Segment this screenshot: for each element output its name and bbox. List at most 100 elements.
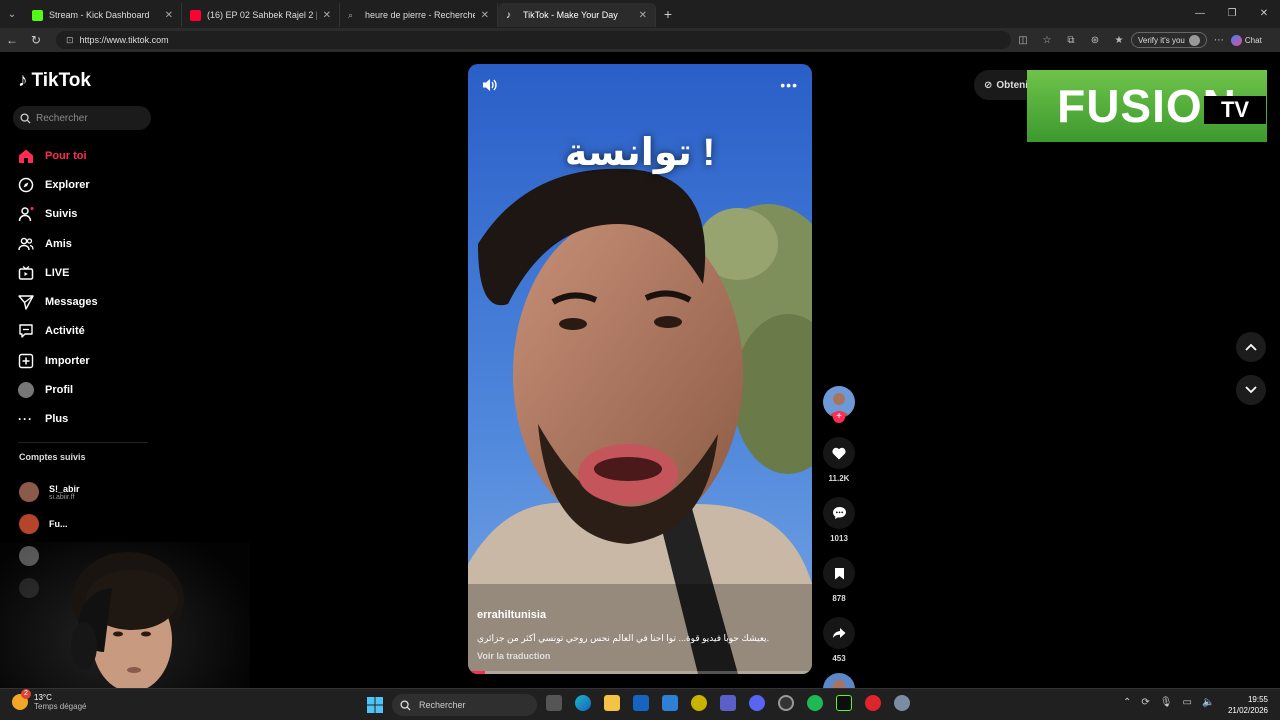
taskbar-apps — [546, 695, 910, 711]
sidebar-item-pour-toi[interactable]: Pour toi — [17, 141, 157, 170]
tab-title: (16) EP 02 Sahbek Rajel 2 | 2 راجل ... — [207, 9, 317, 20]
minimize-icon[interactable]: — — [1184, 0, 1216, 28]
obs-icon[interactable] — [778, 695, 794, 711]
discord-icon[interactable] — [749, 695, 765, 711]
like-button[interactable] — [823, 437, 855, 469]
tab-tiktok[interactable]: ♪ TikTok - Make Your Day ✕ — [498, 3, 656, 27]
account-name: Fu... — [49, 519, 68, 529]
logo-text: TikTok — [31, 70, 91, 91]
notification-badge: 2 — [21, 689, 31, 699]
copilot-chat-button[interactable]: Chat — [1230, 34, 1262, 46]
sidebar-nav: Pour toi Explorer Suivis Amis LIVE Messa… — [17, 141, 157, 434]
teams-icon[interactable] — [720, 695, 736, 711]
sidebar-item-label: Profil — [45, 384, 74, 397]
sidebar-item-label: Activité — [45, 325, 85, 338]
speaker-icon[interactable]: 🔈 — [1202, 697, 1214, 708]
sidebar-item-live[interactable]: LIVE — [17, 258, 157, 287]
verify-profile-button[interactable]: Verify it's you — [1131, 32, 1207, 48]
home-icon — [17, 147, 34, 164]
sidebar-item-label: Plus — [45, 413, 69, 426]
close-tab-icon[interactable]: ✕ — [165, 10, 173, 21]
comment-icon — [832, 507, 846, 519]
comment-button[interactable] — [823, 497, 855, 529]
see-translation-link[interactable]: Voir la traduction — [477, 651, 550, 661]
outlook-icon[interactable] — [633, 695, 649, 711]
microphone-icon[interactable]: 🎙 — [1160, 697, 1173, 708]
sidebar-item-activite[interactable]: Activité — [17, 317, 157, 346]
tab-title: Stream - Kick Dashboard — [49, 10, 150, 20]
browser-essentials-icon[interactable]: ⊛ — [1083, 35, 1107, 46]
sidebar-item-amis[interactable]: Amis — [17, 229, 157, 258]
back-icon[interactable]: ← — [0, 33, 24, 47]
video-player[interactable]: ••• توانسة ! errahiltunisia يعيشك حوبا ف… — [468, 64, 812, 674]
close-window-icon[interactable]: ✕ — [1248, 0, 1280, 28]
share-count: 453 — [832, 654, 846, 663]
kick-app-icon[interactable] — [836, 695, 852, 711]
tiktok-icon: ♪ — [506, 9, 511, 21]
sidebar-item-suivis[interactable]: Suivis — [17, 200, 157, 229]
sidebar-item-messages[interactable]: Messages — [17, 287, 157, 316]
site-info-icon[interactable]: ⊡ — [66, 35, 74, 46]
split-screen-icon[interactable]: ◫ — [1011, 35, 1035, 46]
video-caption-overlay: توانسة ! — [564, 132, 716, 174]
tiktok-note-icon: ♪ — [18, 70, 28, 91]
share-button[interactable] — [823, 617, 855, 649]
close-tab-icon[interactable]: ✕ — [639, 10, 647, 21]
search-input[interactable] — [36, 112, 136, 124]
tab-search[interactable]: ⌕ heure de pierre - Recherche ✕ — [340, 3, 498, 27]
file-explorer-icon[interactable] — [604, 695, 620, 711]
app-circle-icon[interactable] — [691, 695, 707, 711]
upload-icon — [17, 352, 34, 369]
windows-start-icon[interactable] — [367, 697, 383, 718]
sidebar-item-label: Amis — [45, 237, 72, 250]
spotify-icon[interactable] — [807, 695, 823, 711]
search-icon — [400, 699, 411, 711]
extensions-icon[interactable]: ⧉ — [1059, 35, 1083, 46]
sidebar-item-label: Explorer — [45, 178, 90, 191]
tiktok-logo[interactable]: ♪ TikTok — [18, 70, 91, 92]
maximize-icon[interactable]: ❐ — [1216, 0, 1248, 28]
previous-video-button[interactable] — [1236, 332, 1266, 362]
tray-sync-icon[interactable]: ⟳ — [1141, 697, 1149, 708]
settings-menu-icon[interactable]: ⋯ — [1207, 35, 1231, 46]
network-icon[interactable]: ▭ — [1182, 697, 1191, 708]
edge-icon[interactable] — [575, 695, 591, 711]
opera-icon[interactable] — [865, 695, 881, 711]
settings-icon[interactable] — [894, 695, 910, 711]
favorites-icon[interactable]: ★ — [1107, 35, 1131, 46]
close-tab-icon[interactable]: ✕ — [323, 10, 331, 21]
search-box[interactable] — [13, 106, 151, 130]
tab-actions-menu-icon[interactable]: ⌄ — [0, 0, 24, 28]
taskbar-clock[interactable]: 19:55 21/02/2026 — [1228, 694, 1268, 716]
new-tab-icon[interactable]: + — [656, 6, 680, 22]
follow-plus-button[interactable]: + — [833, 411, 845, 423]
reload-icon[interactable]: ↻ — [24, 33, 48, 47]
activity-icon — [17, 323, 34, 340]
tab-youtube[interactable]: (16) EP 02 Sahbek Rajel 2 | 2 راجل ... ✕ — [182, 3, 340, 27]
like-count: 11.2K — [828, 474, 850, 483]
url-field[interactable]: ⊡ https://www.tiktok.com — [56, 31, 1011, 49]
close-tab-icon[interactable]: ✕ — [481, 10, 489, 21]
video-author[interactable]: errahiltunisia — [477, 609, 546, 621]
volume-icon[interactable] — [482, 78, 497, 97]
sidebar-item-importer[interactable]: Importer — [17, 346, 157, 375]
tab-kick[interactable]: Stream - Kick Dashboard ✕ — [24, 3, 182, 27]
profile-avatar — [1188, 34, 1200, 46]
sidebar-item-profil[interactable]: Profil — [17, 375, 157, 404]
task-view-icon[interactable] — [546, 695, 562, 711]
store-icon[interactable] — [662, 695, 678, 711]
video-progress-bar[interactable] — [468, 671, 812, 674]
sidebar-item-plus[interactable]: ··· Plus — [17, 405, 157, 434]
video-more-options-icon[interactable]: ••• — [780, 77, 798, 93]
weather-widget[interactable]: 2 13°C Temps dégagé — [12, 689, 86, 711]
save-button[interactable] — [823, 557, 855, 589]
profile-icon — [17, 382, 34, 399]
sidebar-item-explorer[interactable]: Explorer — [17, 170, 157, 199]
next-video-button[interactable] — [1236, 375, 1266, 405]
taskbar-search[interactable]: Rechercher — [392, 694, 537, 716]
favorite-star-icon[interactable]: ☆ — [1035, 35, 1059, 46]
share-icon — [833, 628, 846, 638]
followed-account[interactable]: Fu... — [19, 508, 80, 540]
followed-account[interactable]: S!_abir si.abiir.ff — [19, 476, 80, 508]
tray-chevron-up-icon[interactable]: ⌃ — [1123, 697, 1131, 708]
